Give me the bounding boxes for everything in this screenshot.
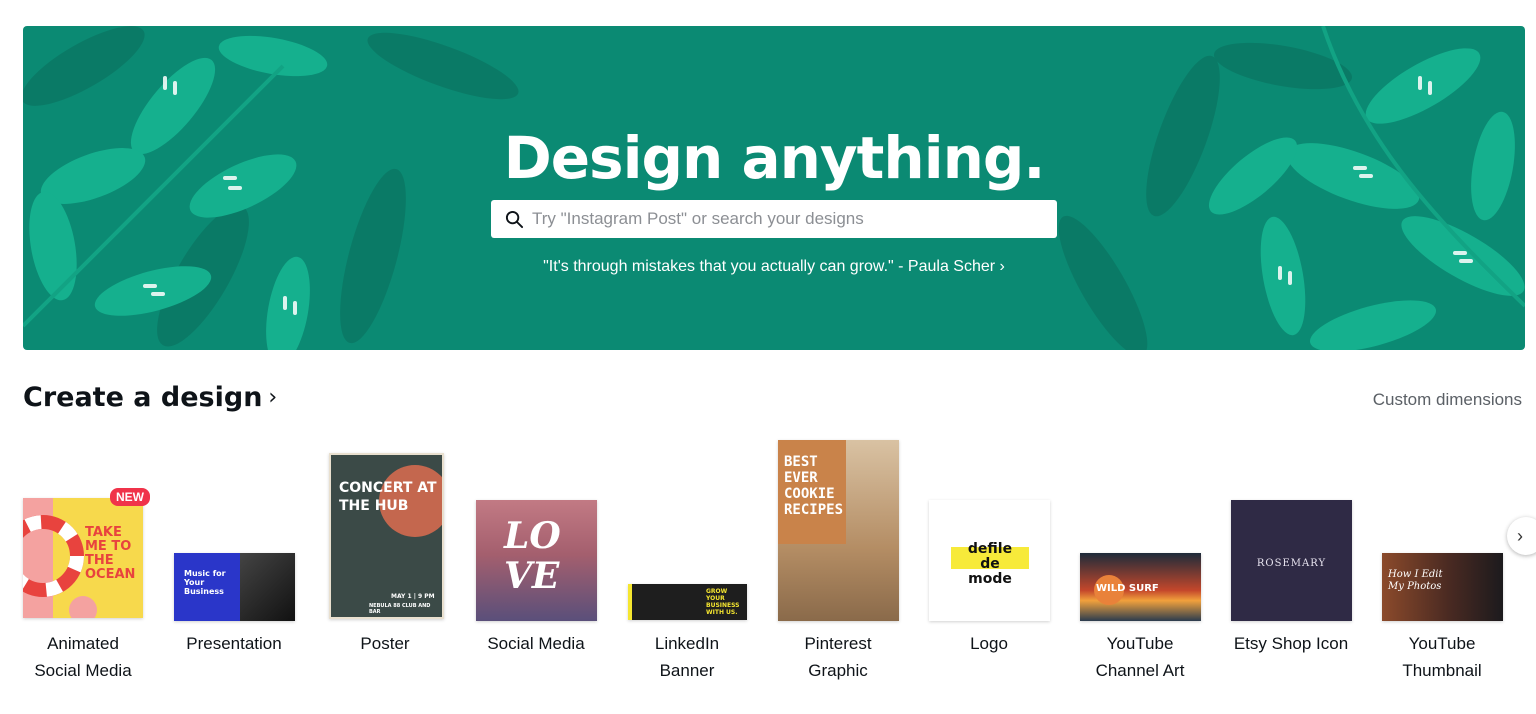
tile-label-line1: Animated: [47, 634, 119, 653]
quote-link[interactable]: "It's through mistakes that you actually…: [23, 258, 1525, 276]
thumbnail-text: BEST EVER COOKIE RECIPES: [784, 454, 844, 518]
thumbnail-text: LOVE: [504, 515, 561, 597]
tile-label-line2: Social Media: [34, 661, 132, 680]
thumbnail-presentation[interactable]: Music for Your Business: [174, 553, 295, 621]
thumbnail-text: defile de mode: [967, 541, 1013, 587]
thumbnail-text: CONCERT AT THE HUB: [339, 480, 437, 514]
thumbnail-linkedin-banner[interactable]: GROW YOUR BUSINESS WITH US.: [628, 584, 747, 620]
search-input[interactable]: [532, 209, 1032, 229]
tile-label: Presentation: [159, 630, 309, 657]
thumbnail-subtext: MAY 1 | 9 PM: [391, 593, 435, 600]
thumbnail-text: How I Edit My Photos: [1388, 569, 1443, 592]
create-design-title: Create a design: [23, 382, 263, 413]
tile-label-line1: Etsy Shop Icon: [1233, 634, 1349, 653]
thumbnail-youtube-thumbnail[interactable]: How I Edit My Photos: [1382, 553, 1503, 621]
thumbnail-logo[interactable]: defile de mode: [929, 500, 1050, 621]
tile-label-line1: YouTube: [1106, 634, 1174, 653]
thumbnail-etsy-shop-icon[interactable]: ROSEMARY: [1231, 500, 1352, 621]
thumbnail-poster[interactable]: CONCERT AT THE HUB MAY 1 | 9 PM NEBULA 8…: [329, 453, 444, 619]
tile-label: Pinterest Graphic: [763, 630, 913, 684]
tile-label: Etsy Shop Icon: [1216, 630, 1366, 657]
carousel-next-button[interactable]: ›: [1507, 517, 1536, 555]
thumbnail-text: Music for Your Business: [184, 569, 226, 596]
search-icon: [505, 210, 524, 228]
thumbnail-youtube-channel-art[interactable]: WILD SURF: [1080, 553, 1201, 621]
tile-label-line1: Presentation: [186, 634, 282, 653]
thumbnail-pinterest-graphic[interactable]: BEST EVER COOKIE RECIPES: [778, 440, 899, 621]
tile-label-line2: Graphic: [808, 661, 868, 680]
thumbnail-animated-social-media[interactable]: TAKE ME TO THE OCEAN: [23, 498, 143, 618]
create-design-heading[interactable]: Create a design ›: [23, 382, 277, 413]
thumbnail-subtext: NEBULA 88 CLUB AND BAR: [369, 603, 431, 615]
hero-banner: Design anything. "It's through mistakes …: [23, 26, 1525, 350]
hero-title: Design anything.: [503, 124, 1046, 192]
new-badge: NEW: [110, 488, 150, 506]
thumbnail-social-media[interactable]: LOVE: [476, 500, 597, 621]
thumbnail-text: WILD SURF: [1096, 583, 1159, 594]
tile-label: Logo: [914, 630, 1064, 657]
tile-label-line2: Banner: [659, 661, 715, 680]
tile-label-line1: Pinterest: [804, 634, 872, 653]
tile-label-line1: Logo: [970, 634, 1008, 653]
tile-label-line2: Thumbnail: [1402, 661, 1482, 680]
tile-label: YouTube Thumbnail: [1367, 630, 1517, 684]
tile-label-line1: Social Media: [487, 634, 585, 653]
custom-dimensions-link[interactable]: Custom dimensions: [1373, 390, 1522, 410]
tile-label: LinkedIn Banner: [612, 630, 762, 684]
tile-label-line1: YouTube: [1408, 634, 1476, 653]
thumbnail-text: ROSEMARY: [1256, 558, 1327, 569]
tile-label: YouTube Channel Art: [1065, 630, 1215, 684]
tile-label-line1: LinkedIn: [654, 634, 720, 653]
tile-label: Poster: [310, 630, 460, 657]
chevron-right-icon: ›: [1517, 525, 1523, 546]
thumbnail-text: GROW YOUR BUSINESS WITH US.: [706, 588, 740, 616]
chevron-right-icon: ›: [268, 385, 278, 410]
search-bar[interactable]: [491, 200, 1057, 238]
tile-label: Animated Social Media: [8, 630, 158, 684]
tile-label-line1: Poster: [360, 634, 410, 653]
thumbnail-text: TAKE ME TO THE OCEAN: [85, 525, 136, 582]
tile-label: Social Media: [461, 630, 611, 657]
tile-label-line2: Channel Art: [1095, 661, 1185, 680]
